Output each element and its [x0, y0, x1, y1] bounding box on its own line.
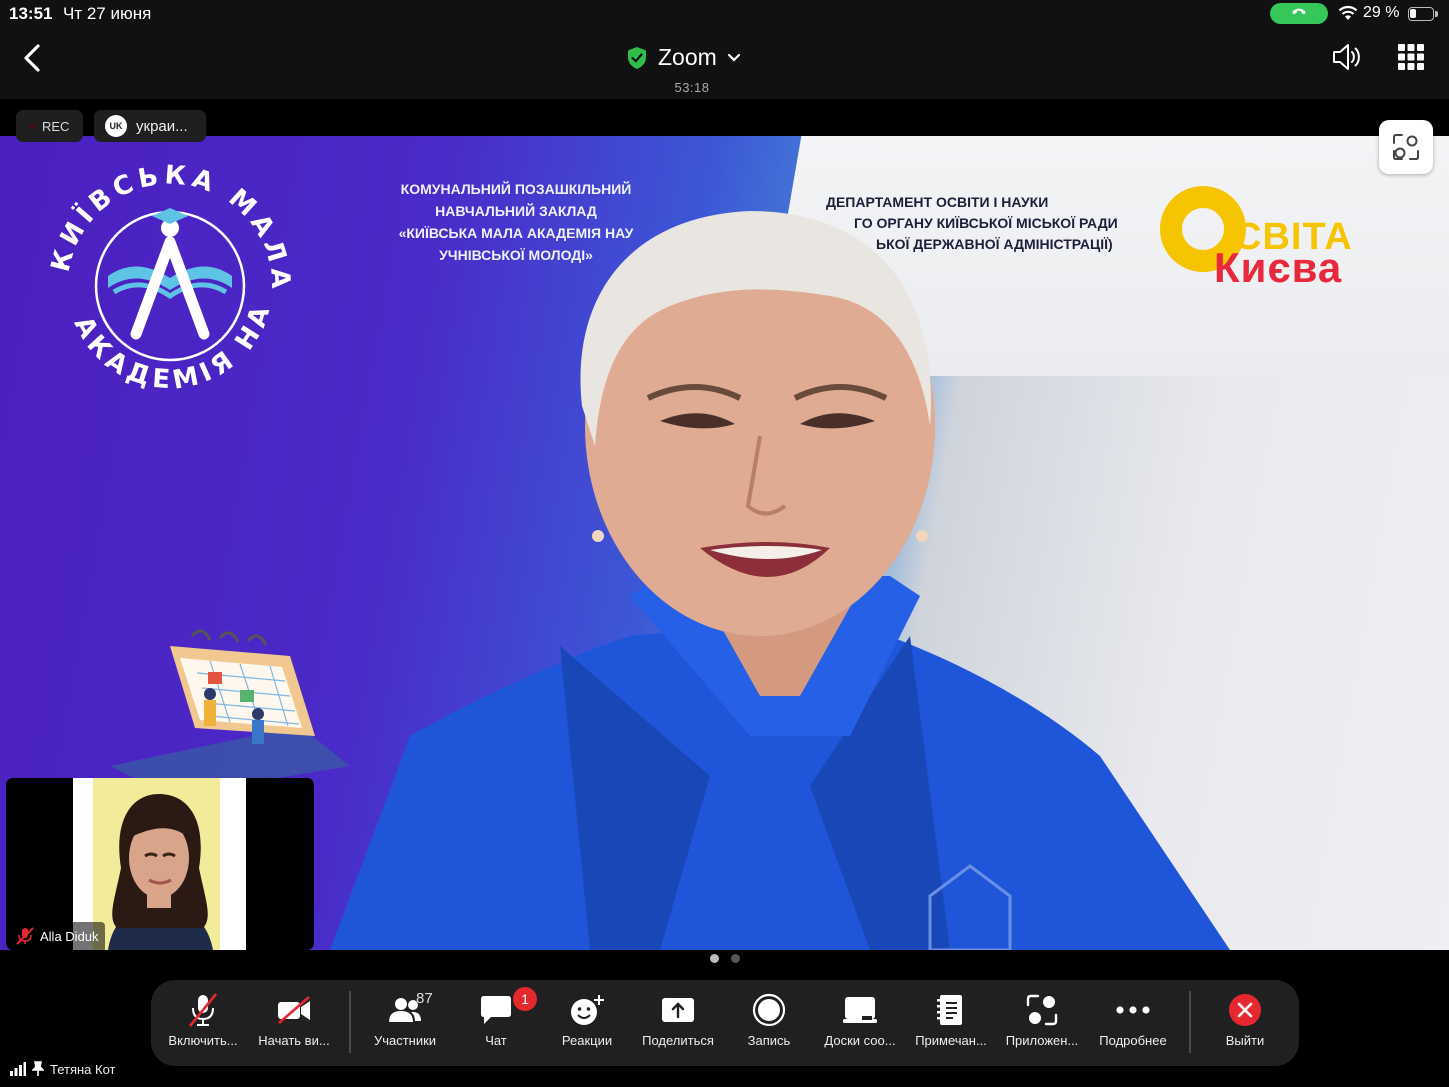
language-label: украи... [136, 117, 188, 135]
grid-icon [1398, 44, 1424, 70]
calendar-illustration [110, 629, 350, 796]
page-dot[interactable] [730, 954, 740, 963]
participants-button[interactable]: 87 Участники [360, 980, 450, 1066]
meeting-controls-toolbar: Включить... Начать ви... 87 Участники 1 … [151, 980, 1299, 1066]
page-indicator[interactable] [0, 950, 1449, 968]
audio-output-button[interactable] [1330, 42, 1362, 77]
meeting-header: Zoom 53:18 [0, 28, 1449, 99]
participant-name-tag: Alla Diduk [10, 922, 105, 950]
notes-button[interactable]: Примечан... [906, 980, 996, 1066]
battery-icon [1408, 7, 1438, 21]
active-call-indicator[interactable] [1270, 3, 1328, 24]
toolbar-separator [349, 991, 351, 1053]
recording-badge[interactable]: REC [16, 110, 83, 142]
language-interpretation-badge[interactable]: UK украи... [94, 110, 206, 142]
status-date: Чт 27 июня [63, 4, 152, 23]
wifi-icon [1338, 5, 1358, 20]
battery-percent: 29 % [1363, 4, 1400, 21]
share-screen-button[interactable]: Поделиться [633, 980, 723, 1066]
current-user-name: Тетяна Кот [50, 1061, 116, 1077]
chevron-down-icon [727, 53, 740, 62]
video-off-icon [278, 996, 310, 1024]
phone-icon [1292, 8, 1306, 15]
host-pin-icon [32, 1061, 44, 1076]
smiley-plus-icon [571, 995, 604, 1025]
chat-unread-badge: 1 [513, 987, 537, 1011]
chevron-left-icon [24, 44, 40, 72]
more-dots-icon [1116, 1006, 1150, 1014]
status-time: 13:51 [9, 4, 53, 23]
academy-logo: КИЇВСЬКА МАЛА АКАДЕМІЯ НАУК [40, 156, 290, 396]
expand-view-button[interactable] [1379, 120, 1433, 174]
meeting-timer: 53:18 [674, 80, 710, 95]
fullscreen-icon [1393, 134, 1419, 160]
leave-meeting-button[interactable]: Выйти [1200, 980, 1290, 1066]
speaker-icon [1333, 44, 1360, 70]
page-dot[interactable] [709, 954, 719, 963]
toolbar-separator [1189, 991, 1191, 1053]
record-dot-icon [29, 122, 36, 130]
whiteboard-icon [843, 997, 877, 1023]
record-button[interactable]: Запись [724, 980, 814, 1066]
participant-name: Alla Diduk [40, 928, 99, 944]
recording-label: REC [42, 118, 70, 134]
shield-check-icon [628, 46, 646, 69]
self-video-thumbnail[interactable]: Alla Diduk [6, 778, 314, 950]
record-icon [752, 993, 786, 1027]
language-code-icon: UK [105, 115, 127, 137]
meeting-title: Zoom [658, 44, 717, 70]
apps-button[interactable]: Приложен... [997, 980, 1087, 1066]
speaker-person [330, 211, 1230, 950]
gallery-view-button[interactable] [1398, 44, 1424, 75]
whiteboards-button[interactable]: Доски соо... [815, 980, 905, 1066]
back-button[interactable] [18, 40, 48, 76]
chat-button[interactable]: 1 Чат [451, 980, 541, 1066]
chat-bubble-icon [481, 996, 511, 1024]
notes-icon [937, 995, 962, 1025]
reactions-button[interactable]: Реакции [542, 980, 632, 1066]
close-icon [1229, 994, 1261, 1026]
share-up-arrow-icon [662, 998, 694, 1022]
status-bar: 13:51 Чт 27 июня 29 % [0, 0, 1449, 28]
connection-status: Тетяна Кот [10, 1061, 116, 1077]
apps-icon [1026, 994, 1058, 1026]
more-button[interactable]: Подробнее [1088, 980, 1178, 1066]
mic-muted-icon [16, 927, 34, 945]
start-video-button[interactable]: Начать ви... [249, 980, 339, 1066]
meeting-title-button[interactable]: Zoom [626, 44, 741, 71]
mic-muted-icon [188, 993, 218, 1027]
signal-strength-icon [10, 1062, 26, 1076]
unmute-button[interactable]: Включить... [158, 980, 248, 1066]
participants-count: 87 [416, 990, 433, 1007]
